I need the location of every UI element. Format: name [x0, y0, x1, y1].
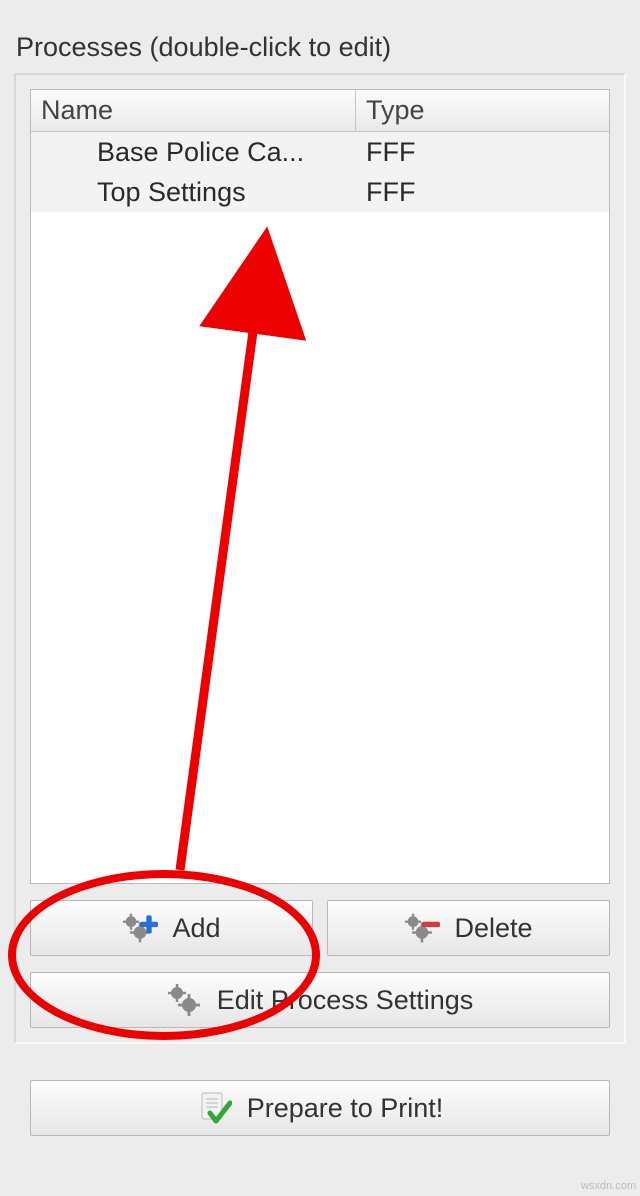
gears-icon	[167, 982, 203, 1018]
delete-gears-minus-icon	[404, 910, 440, 946]
processes-table[interactable]: Name Type Base Police Ca... FFF Top Sett…	[30, 89, 610, 884]
processes-section-label: Processes (double-click to edit)	[16, 32, 626, 63]
add-gears-plus-icon	[122, 910, 158, 946]
column-header-name[interactable]: Name	[31, 90, 356, 131]
prepare-to-print-button[interactable]: Prepare to Print!	[30, 1080, 610, 1136]
prepare-to-print-label: Prepare to Print!	[247, 1093, 444, 1124]
cell-type: FFF	[356, 177, 609, 208]
delete-button[interactable]: Delete	[327, 900, 610, 956]
processes-panel: Name Type Base Police Ca... FFF Top Sett…	[14, 73, 626, 1044]
edit-process-settings-button[interactable]: Edit Process Settings	[30, 972, 610, 1028]
table-header: Name Type	[31, 90, 609, 132]
table-row[interactable]: Top Settings FFF	[31, 172, 609, 212]
add-button-label: Add	[172, 913, 220, 944]
cell-name: Base Police Ca...	[31, 137, 356, 168]
cell-type: FFF	[356, 137, 609, 168]
document-check-icon	[197, 1090, 233, 1126]
delete-button-label: Delete	[454, 913, 532, 944]
column-header-type[interactable]: Type	[356, 95, 609, 126]
watermark: wsxdn.com	[581, 1180, 636, 1192]
edit-process-settings-label: Edit Process Settings	[217, 985, 474, 1016]
add-button[interactable]: Add	[30, 900, 313, 956]
cell-name: Top Settings	[31, 177, 356, 208]
table-row[interactable]: Base Police Ca... FFF	[31, 132, 609, 172]
